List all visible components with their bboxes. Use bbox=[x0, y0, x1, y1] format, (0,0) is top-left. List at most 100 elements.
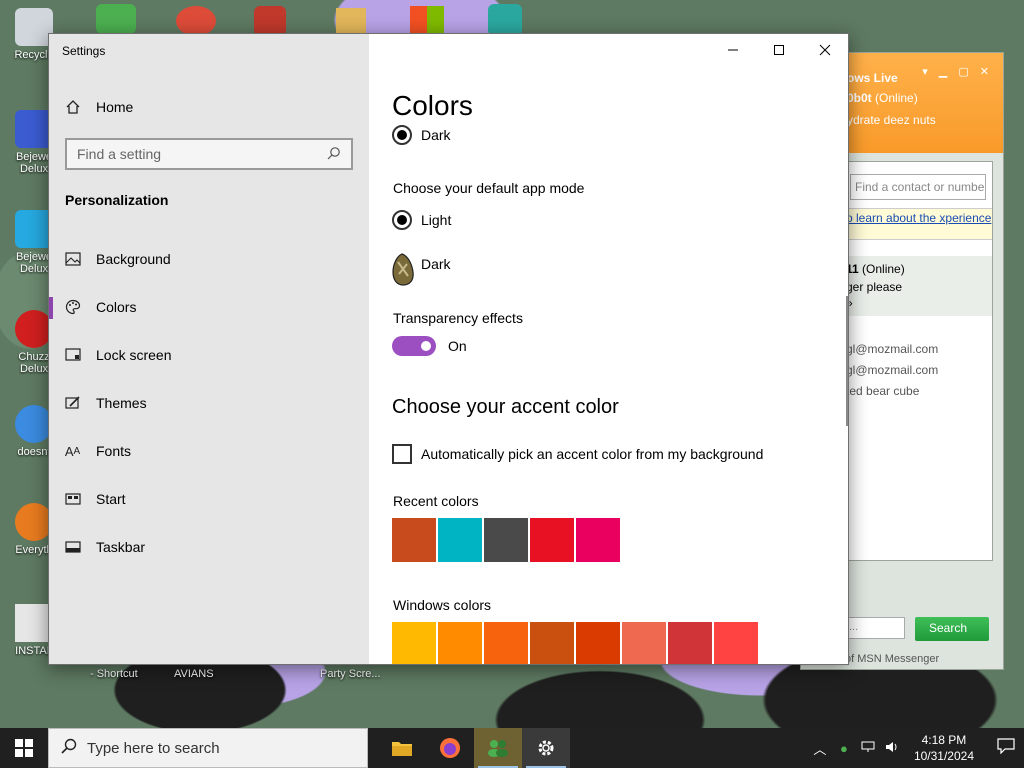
msn-icon[interactable] bbox=[96, 4, 136, 34]
nav-home[interactable]: Home bbox=[49, 92, 369, 122]
recent-color-swatch-5[interactable] bbox=[576, 518, 620, 562]
windows-color-swatch-5[interactable] bbox=[576, 622, 620, 664]
msn-footer-text: of MSN Messenger bbox=[845, 653, 940, 665]
msn-search-input[interactable]: Find a contact or numbe bbox=[850, 174, 986, 200]
msn-tray-icon[interactable]: ● bbox=[832, 741, 856, 756]
start-icon bbox=[49, 493, 96, 505]
app-mode-light-radio[interactable]: Light bbox=[392, 210, 451, 230]
taskbar-apps bbox=[378, 728, 570, 768]
msn-list-item[interactable]: ted bear cube bbox=[846, 384, 919, 398]
checkbox-icon bbox=[392, 444, 412, 464]
taskbar-search-box[interactable]: Type here to search bbox=[48, 728, 368, 768]
msn-tip-link[interactable]: o learn about the xperience bbox=[846, 208, 992, 240]
windows-color-swatch-4[interactable] bbox=[530, 622, 574, 664]
nav-item-background[interactable]: Background bbox=[49, 235, 369, 283]
taskbar-settings[interactable] bbox=[522, 728, 570, 768]
start-button[interactable] bbox=[0, 728, 48, 768]
msn-personal-message[interactable]: ydrate deez nuts bbox=[847, 113, 1003, 127]
nav-item-start[interactable]: Start bbox=[49, 475, 369, 523]
taskbar: Type here to search ︿ ● 4:18 PM 10/31/20… bbox=[0, 728, 1024, 768]
desktop-icon-label[interactable]: Party Scre... bbox=[320, 668, 381, 680]
nav-item-label: Taskbar bbox=[96, 539, 146, 555]
windows-colors-swatches bbox=[392, 622, 758, 664]
nav-item-label: Background bbox=[96, 251, 171, 267]
toggle-state-label: On bbox=[448, 338, 467, 354]
toggle-switch[interactable] bbox=[392, 336, 436, 356]
desktop-icon-label[interactable]: AVIANS bbox=[174, 668, 214, 680]
checkbox-label: Automatically pick an accent color from … bbox=[421, 446, 764, 462]
radio-label: Dark bbox=[421, 127, 451, 143]
clock-date: 10/31/2024 bbox=[913, 749, 974, 763]
app-icon[interactable] bbox=[254, 6, 286, 36]
msn-window-controls[interactable]: ▾ ▁ ▢ ✕ bbox=[922, 65, 993, 78]
radio-label: Dark bbox=[421, 256, 451, 272]
scrollbar[interactable] bbox=[846, 296, 848, 426]
windows-color-swatch-1[interactable] bbox=[392, 622, 436, 664]
recent-color-swatch-2[interactable] bbox=[438, 518, 482, 562]
nav-item-label: Fonts bbox=[96, 443, 132, 459]
network-icon[interactable] bbox=[856, 741, 880, 756]
nav-item-fonts[interactable]: AA Fonts bbox=[49, 427, 369, 475]
section-heading: Personalization bbox=[65, 192, 169, 208]
avatar-icon[interactable] bbox=[488, 4, 522, 36]
windows-color-swatch-6[interactable] bbox=[622, 622, 666, 664]
recent-colors-label: Recent colors bbox=[393, 493, 479, 509]
app-mode-heading: Choose your default app mode bbox=[393, 180, 585, 196]
contact-more-icon[interactable]: » bbox=[846, 296, 992, 310]
nav-item-colors[interactable]: Colors bbox=[49, 283, 369, 331]
taskbar-firefox[interactable] bbox=[426, 728, 474, 768]
windows-color-swatch-3[interactable] bbox=[484, 622, 528, 664]
folder-icon bbox=[392, 742, 412, 756]
desktop-icon-label[interactable]: - Shortcut bbox=[90, 668, 138, 680]
lock-screen-icon bbox=[49, 348, 96, 362]
volume-icon[interactable] bbox=[880, 741, 904, 756]
clock[interactable]: 4:18 PM 10/31/2024 bbox=[914, 732, 974, 764]
fonts-icon: AA bbox=[64, 443, 81, 459]
chrome-icon[interactable] bbox=[176, 6, 216, 36]
windows-color-swatch-7[interactable] bbox=[668, 622, 712, 664]
radio-dot-icon bbox=[392, 210, 412, 230]
windows-color-swatch-2[interactable] bbox=[438, 622, 482, 664]
taskbar-file-explorer[interactable] bbox=[378, 728, 426, 768]
windows-color-swatch-8[interactable] bbox=[714, 622, 758, 664]
search-icon bbox=[327, 146, 341, 163]
transparency-toggle[interactable]: On bbox=[392, 336, 467, 356]
app-icon[interactable] bbox=[336, 8, 366, 36]
windows-colors-label: Windows colors bbox=[393, 597, 492, 613]
recent-color-swatch-3[interactable] bbox=[484, 518, 528, 562]
nav-item-label: Start bbox=[96, 491, 126, 507]
chevron-up-icon[interactable]: ︿ bbox=[808, 739, 832, 758]
msn-buddy-icon bbox=[488, 740, 508, 757]
notification-icon[interactable] bbox=[988, 737, 1024, 759]
transparency-label: Transparency effects bbox=[393, 310, 523, 326]
system-tray: ︿ ● 4:18 PM 10/31/2024 bbox=[808, 732, 1024, 764]
msn-contact[interactable]: 11 (Online) ger please » bbox=[846, 256, 992, 316]
windows-mode-dark-radio[interactable]: Dark bbox=[392, 125, 451, 145]
recent-color-swatch-4[interactable] bbox=[530, 518, 574, 562]
msn-username: 0b0t bbox=[847, 91, 872, 105]
windows-logo-icon bbox=[15, 739, 33, 757]
picture-icon bbox=[49, 252, 96, 266]
window-title: Settings bbox=[62, 44, 106, 58]
msn-list-item[interactable]: gl@mozmail.com bbox=[846, 363, 938, 377]
settings-nav-pane: Settings Home Find a setting Personaliza… bbox=[49, 34, 369, 664]
msn-web-search-input[interactable]: ... bbox=[845, 617, 905, 639]
find-setting-search-input[interactable]: Find a setting bbox=[65, 138, 353, 170]
msn-search-button[interactable]: Search bbox=[915, 617, 989, 641]
nav-item-label: Colors bbox=[96, 299, 137, 315]
msn-user[interactable]: 0b0t (Online) bbox=[847, 91, 1003, 105]
taskbar-search-placeholder: Type here to search bbox=[87, 739, 220, 757]
recent-color-swatch-1[interactable] bbox=[392, 518, 436, 562]
taskbar-msn-messenger[interactable] bbox=[474, 728, 522, 768]
search-placeholder: Find a setting bbox=[77, 146, 162, 162]
search-icon bbox=[61, 738, 77, 759]
windows-installer-icon[interactable] bbox=[410, 6, 444, 36]
nav-item-taskbar[interactable]: Taskbar bbox=[49, 523, 369, 571]
auto-pick-accent-checkbox[interactable]: Automatically pick an accent color from … bbox=[392, 444, 763, 464]
nav-item-themes[interactable]: Themes bbox=[49, 379, 369, 427]
settings-content: Colors Dark Choose your default app mode… bbox=[369, 34, 848, 664]
msn-list-item[interactable]: gl@mozmail.com bbox=[846, 342, 938, 356]
nav-item-lock-screen[interactable]: Lock screen bbox=[49, 331, 369, 379]
recent-colors-swatches bbox=[392, 518, 620, 562]
radio-dot-icon bbox=[392, 125, 412, 145]
